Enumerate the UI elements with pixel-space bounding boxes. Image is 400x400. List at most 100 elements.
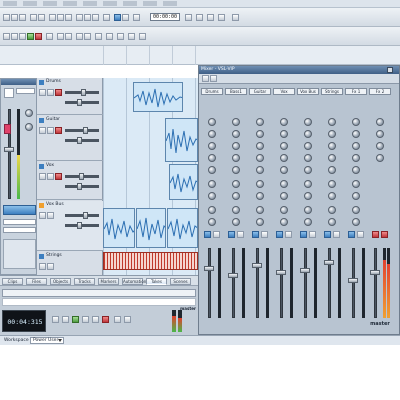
open-icon[interactable] xyxy=(11,14,18,21)
send-knob[interactable] xyxy=(352,192,360,200)
loop-icon[interactable] xyxy=(114,316,121,323)
track-header[interactable]: Vox xyxy=(37,162,103,200)
mute-button[interactable] xyxy=(39,212,46,219)
send-knob[interactable] xyxy=(328,142,336,150)
menu-item[interactable] xyxy=(103,1,117,6)
rewind-icon[interactable] xyxy=(52,316,59,323)
send-knob[interactable] xyxy=(352,166,360,174)
record-arm-icon[interactable] xyxy=(4,124,11,134)
channel-fader[interactable] xyxy=(370,270,380,275)
eq-knob[interactable] xyxy=(328,130,336,138)
eq-knob[interactable] xyxy=(208,118,216,126)
solo-button[interactable] xyxy=(47,89,54,96)
eq-knob[interactable] xyxy=(328,118,336,126)
send-knob[interactable] xyxy=(352,206,360,214)
eq-knob[interactable] xyxy=(232,118,240,126)
track-pan-slider[interactable] xyxy=(77,99,82,106)
send-knob[interactable] xyxy=(232,154,240,162)
track-header[interactable]: Drums xyxy=(37,78,103,115)
track-pan-slider[interactable] xyxy=(77,137,82,144)
send-knob[interactable] xyxy=(328,192,336,200)
record-button[interactable] xyxy=(55,127,62,134)
solo-button[interactable] xyxy=(213,231,220,238)
timeline-ruler[interactable] xyxy=(103,46,198,65)
edit-tool-icon[interactable] xyxy=(84,14,91,21)
send-knob[interactable] xyxy=(304,206,312,214)
channel-fader[interactable] xyxy=(324,260,334,265)
eq-knob[interactable] xyxy=(208,130,216,138)
eq-knob[interactable] xyxy=(376,118,384,126)
play-icon[interactable] xyxy=(72,316,79,323)
send-knob[interactable] xyxy=(328,206,336,214)
send-knob[interactable] xyxy=(304,142,312,150)
audio-clip[interactable] xyxy=(133,82,183,112)
pan-knob[interactable] xyxy=(352,218,360,226)
tab-takes[interactable]: Takes xyxy=(146,278,167,285)
eq-knob[interactable] xyxy=(304,130,312,138)
tab-clips[interactable]: Clips xyxy=(2,278,23,285)
undo-icon[interactable] xyxy=(30,14,37,21)
send-knob[interactable] xyxy=(304,192,312,200)
quantize-icon[interactable] xyxy=(65,33,72,40)
mute-button[interactable] xyxy=(276,231,283,238)
solo-button[interactable] xyxy=(47,127,54,134)
gain-knob[interactable] xyxy=(25,123,33,131)
zoom-icon[interactable] xyxy=(103,14,110,21)
send-knob[interactable] xyxy=(328,180,336,188)
send-knob[interactable] xyxy=(256,206,264,214)
stop-icon[interactable] xyxy=(19,33,26,40)
tab-markers[interactable]: Markers xyxy=(98,278,119,285)
arrangement-view[interactable] xyxy=(103,78,198,275)
record-button[interactable] xyxy=(55,173,62,180)
send-knob[interactable] xyxy=(280,206,288,214)
record-icon[interactable] xyxy=(35,33,42,40)
mute-button[interactable] xyxy=(39,89,46,96)
solo-button[interactable] xyxy=(47,173,54,180)
redo-icon[interactable] xyxy=(38,14,45,21)
drum-clip[interactable] xyxy=(103,252,198,270)
send-knob[interactable] xyxy=(328,166,336,174)
mixer-toggle-icon[interactable] xyxy=(117,33,124,40)
play-icon[interactable] xyxy=(27,33,34,40)
send-knob[interactable] xyxy=(376,154,384,162)
track-header[interactable]: Vox Bus xyxy=(37,201,103,251)
send-knob[interactable] xyxy=(208,180,216,188)
pan-knob[interactable] xyxy=(328,218,336,226)
send-knob[interactable] xyxy=(256,180,264,188)
audio-clip[interactable] xyxy=(103,208,135,248)
punch-icon[interactable] xyxy=(185,14,192,21)
fade-icon[interactable] xyxy=(106,33,113,40)
track-header[interactable]: Guitar xyxy=(37,116,103,161)
menu-item[interactable] xyxy=(3,1,17,6)
send-knob[interactable] xyxy=(256,142,264,150)
glue-icon[interactable] xyxy=(84,33,91,40)
new-icon[interactable] xyxy=(3,14,10,21)
mute-button[interactable] xyxy=(252,231,259,238)
send-knob[interactable] xyxy=(256,154,264,162)
output-select[interactable] xyxy=(3,227,36,233)
menu-item[interactable] xyxy=(83,1,97,6)
help-icon[interactable] xyxy=(232,14,239,21)
editor-toggle-icon[interactable] xyxy=(139,33,146,40)
grid-icon[interactable] xyxy=(57,33,64,40)
send-knob[interactable] xyxy=(280,180,288,188)
mute-button[interactable] xyxy=(372,231,379,238)
send-knob[interactable] xyxy=(304,180,312,188)
solo-button[interactable] xyxy=(333,231,340,238)
mute-button[interactable] xyxy=(300,231,307,238)
track-pan-slider[interactable] xyxy=(77,222,82,229)
send-knob[interactable] xyxy=(376,142,384,150)
record-button[interactable] xyxy=(55,89,62,96)
mute-button[interactable] xyxy=(228,231,235,238)
paste-icon[interactable] xyxy=(65,14,72,21)
track-fader[interactable] xyxy=(79,173,84,180)
eq-knob[interactable] xyxy=(256,130,264,138)
solo-button[interactable] xyxy=(285,231,292,238)
send-knob[interactable] xyxy=(280,154,288,162)
clip-list-row[interactable] xyxy=(2,298,196,306)
audio-clip[interactable] xyxy=(165,118,198,162)
track-fader[interactable] xyxy=(83,127,88,134)
mute-button[interactable] xyxy=(39,263,46,270)
metronome-icon[interactable] xyxy=(196,14,203,21)
browser-toggle-icon[interactable] xyxy=(128,33,135,40)
